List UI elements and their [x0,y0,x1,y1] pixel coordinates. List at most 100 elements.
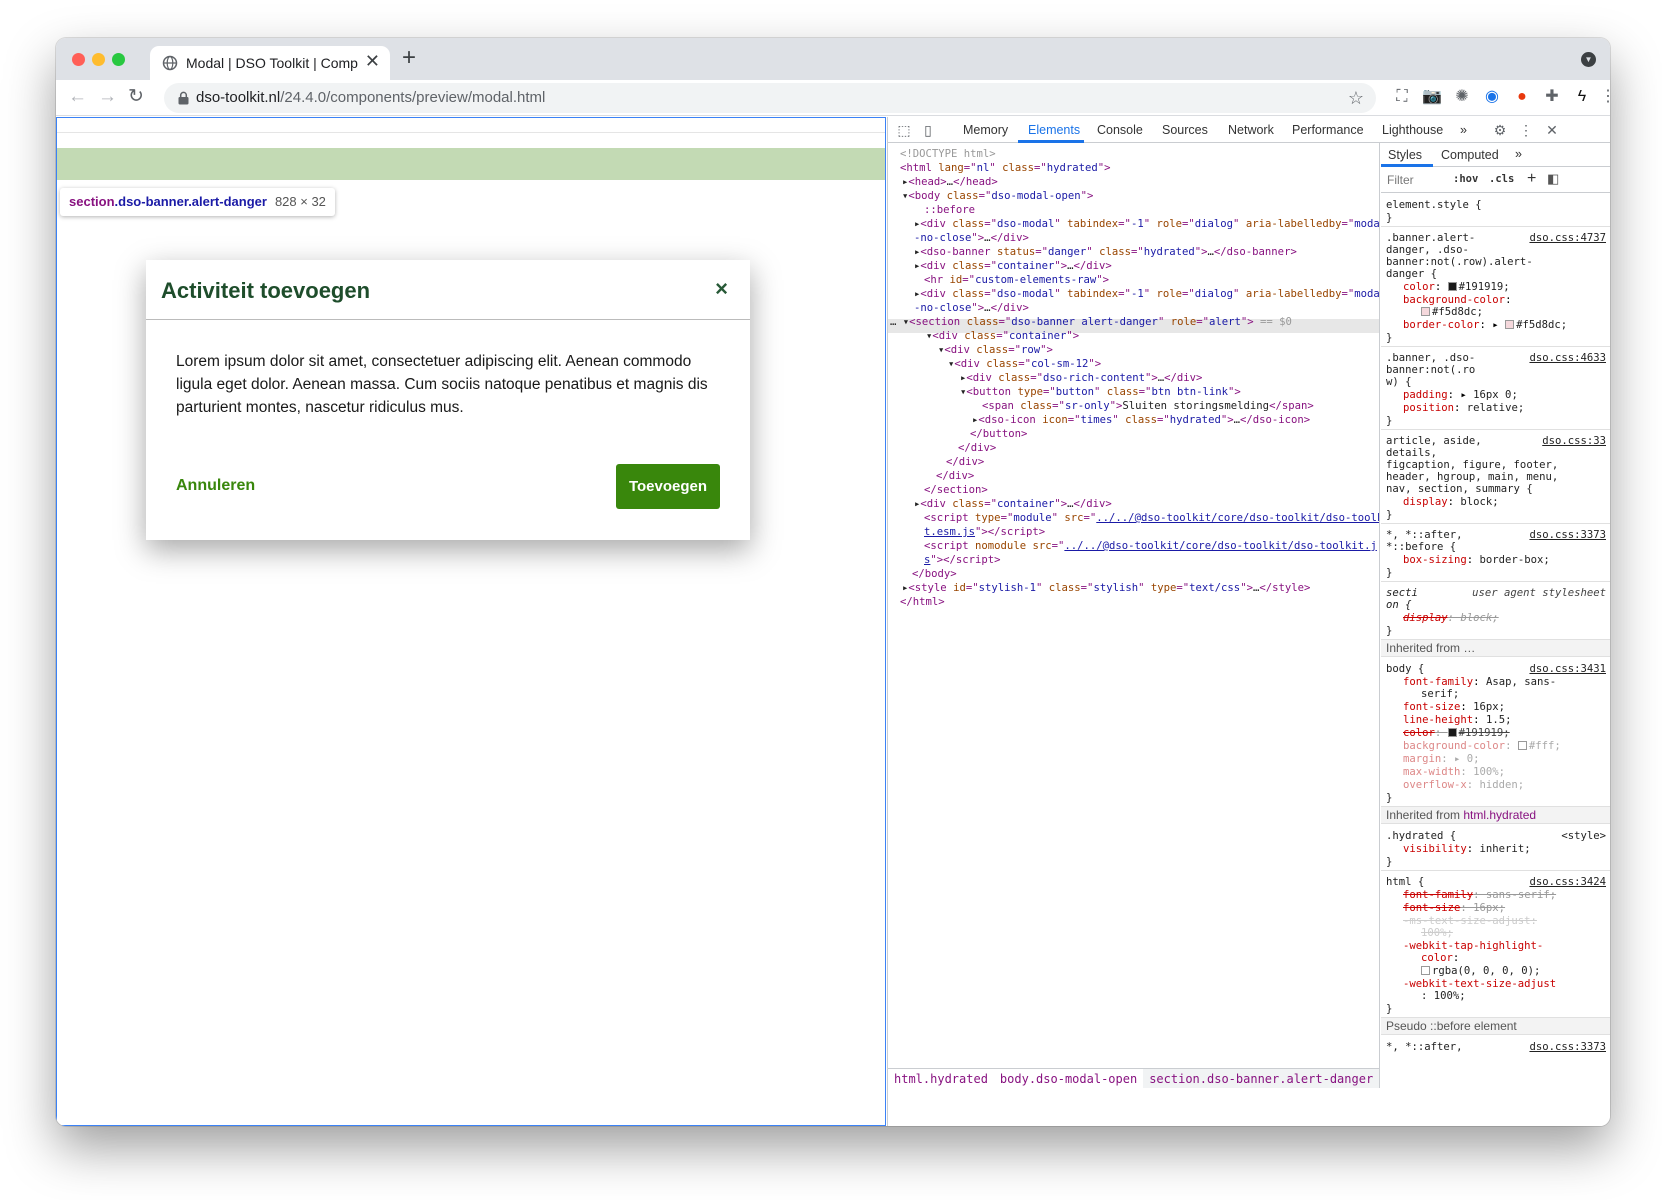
url-text: dso-toolkit.nl/24.4.0/components/preview… [196,83,545,113]
tab-network[interactable]: Network [1228,123,1274,137]
css-declaration: color: [1421,952,1460,964]
reload-icon[interactable]: ↻ [128,86,144,108]
css-source-link[interactable]: dso.css:4633 [1529,352,1606,365]
tree-line[interactable]: </div> [946,455,984,469]
tab-lighthouse[interactable]: Lighthouse [1382,123,1443,137]
tab-console[interactable]: Console [1097,123,1143,137]
tree-line[interactable]: <hr id="custom-elements-raw"> [924,273,1109,287]
tree-line[interactable]: <script type="module" src="../../@dso-to… [924,511,1379,525]
extension-icon-3[interactable]: ● [1512,87,1532,107]
css-source-link[interactable]: dso.css:4737 [1529,232,1606,245]
css-selector: header, hgroup, main, menu, [1386,471,1559,483]
breadcrumb-html[interactable]: html.hydrated [888,1069,994,1088]
css-selector: secti [1386,587,1418,599]
bookmark-star-icon[interactable]: ☆ [1348,83,1364,113]
add-button[interactable]: Toevoegen [616,464,720,509]
tab-elements[interactable]: Elements [1028,123,1080,137]
modal-close-icon[interactable]: × [715,276,728,302]
screen-capture-icon[interactable]: ⛶ [1392,87,1412,107]
filter-input[interactable]: Filter [1387,173,1414,187]
css-source-link[interactable]: dso.css:3373 [1529,1041,1606,1054]
devtools-menu-icon[interactable]: ⋮ [1518,122,1534,138]
css-source-link[interactable]: dso.css:3424 [1529,876,1606,889]
camera-icon[interactable]: 📷 [1422,87,1442,107]
tree-line[interactable]: ▸<div class="dso-rich-content">…</div> [960,371,1202,385]
new-rule-icon[interactable]: + [1527,170,1536,188]
new-tab-button[interactable]: + [402,44,416,72]
tree-line[interactable]: ▸<dso-banner status="danger" class="hydr… [914,245,1297,259]
more-style-tabs-icon[interactable]: » [1515,147,1522,161]
tree-line[interactable]: s"></script> [924,553,1001,567]
minimize-window-button[interactable] [92,53,105,66]
tree-line[interactable]: ▸<style id="stylish-1" class="stylish" t… [902,581,1310,595]
kebab-menu-icon[interactable]: ⋮ [1598,87,1610,107]
tree-line[interactable]: ▸<div class="dso-modal" tabindex="-1" ro… [914,287,1379,301]
tree-line[interactable]: <span class="sr-only">Sluiten storingsme… [982,399,1314,413]
tree-line[interactable]: </html> [900,595,945,609]
tree-line[interactable]: </div> [936,469,974,483]
tree-line[interactable]: -no-close">…</div> [914,301,1029,315]
inspect-element-icon[interactable]: ⬚ [896,122,912,138]
css-declaration: padding: ▸ 16px 0; [1403,389,1518,401]
tree-line[interactable]: ▾<div class="row"> [938,343,1053,357]
tree-line[interactable]: ▾<div class="col-sm-12"> [948,357,1101,371]
tree-line[interactable]: t.esm.js"></script> [924,525,1045,539]
breadcrumb: html.hydrated body.dso-modal-open section.… [888,1068,1379,1088]
inherited-element[interactable]: html.hydrated [1463,808,1536,822]
tab-styles[interactable]: Styles [1388,148,1422,162]
close-devtools-icon[interactable]: ✕ [1544,122,1560,138]
tree-line[interactable]: <html lang="nl" class="hydrated"> [900,161,1111,175]
css-selector: article, aside, [1386,435,1482,447]
tree-line[interactable]: ▸<div class="container">…</div> [914,259,1112,273]
css-declaration: -webkit-text-size-adjust [1403,978,1557,990]
device-toolbar-icon[interactable]: ▯ [920,122,936,138]
breadcrumb-section[interactable]: section.dso-banner.alert-danger [1143,1069,1379,1088]
address-bar[interactable]: dso-toolkit.nl/24.4.0/components/preview… [164,83,1376,113]
tab-search-icon[interactable]: ▼ [1581,52,1596,67]
css-source-link[interactable]: <style> [1561,830,1606,843]
tree-line[interactable]: ▸<head>…</head> [902,175,998,189]
cls-toggle[interactable]: .cls [1489,173,1514,185]
tab-computed[interactable]: Computed [1441,148,1499,162]
tree-line[interactable]: -no-close">…</div> [914,231,1029,245]
tree-line[interactable]: <script nomodule src="../../@dso-toolkit… [924,539,1377,553]
extension-icon-4[interactable]: ϟ [1572,87,1592,107]
tree-line[interactable]: ▾<body class="dso-modal-open"> [902,189,1093,203]
page-viewport: section.dso-banner.alert-danger 828 × 32 … [56,117,886,1126]
back-icon[interactable]: ← [68,86,87,108]
css-source-link[interactable]: dso.css:3431 [1529,663,1606,676]
tree-line[interactable]: </div> [958,441,996,455]
css-source-link[interactable]: dso.css:3373 [1529,529,1606,542]
tree-line[interactable]: ▸<dso-icon icon="times" class="hydrated"… [972,413,1310,427]
extension-icon-2[interactable]: ◉ [1482,87,1502,107]
hov-toggle[interactable]: :hov [1453,173,1478,185]
tree-line[interactable]: ▾<div class="container"> [926,329,1079,343]
tree-line[interactable]: ::before [924,203,975,217]
gear-icon[interactable]: ⚙ [1492,122,1508,138]
close-window-button[interactable] [72,53,85,66]
close-tab-icon[interactable]: ✕ [365,51,380,72]
breadcrumb-body[interactable]: body.dso-modal-open [994,1069,1143,1088]
cancel-button[interactable]: Annuleren [176,477,255,495]
tree-line[interactable]: <!DOCTYPE html> [900,147,996,161]
tree-line[interactable]: ▸<div class="dso-modal" tabindex="-1" ro… [914,217,1379,231]
css-source-link[interactable]: dso.css:33 [1542,435,1606,448]
extension-icon-1[interactable]: ✺ [1452,87,1472,107]
more-tabs-icon[interactable]: » [1460,123,1467,137]
tree-line[interactable]: </body> [912,567,957,581]
tab-memory[interactable]: Memory [963,123,1008,137]
tree-line[interactable]: ▸<div class="container">…</div> [914,497,1112,511]
forward-icon[interactable]: → [98,86,117,108]
tree-line[interactable]: </section> [924,483,988,497]
browser-tab[interactable]: Modal | DSO Toolkit | Compone ✕ [150,46,390,80]
puzzle-icon[interactable]: ✚ [1542,87,1562,107]
css-declaration: serif; [1421,688,1460,700]
pseudo-element-header: Pseudo ::before element [1381,1017,1610,1035]
toggle-sidebar-icon[interactable]: ◧ [1547,171,1559,187]
tree-line[interactable]: ▾<button type="button" class="btn btn-li… [960,385,1241,399]
tab-sources[interactable]: Sources [1162,123,1208,137]
tree-line-selected[interactable]: … ▾<section class="dso-banner alert-dang… [890,315,1292,329]
tree-line[interactable]: </button> [970,427,1027,441]
zoom-window-button[interactable] [112,53,125,66]
tab-performance[interactable]: Performance [1292,123,1364,137]
